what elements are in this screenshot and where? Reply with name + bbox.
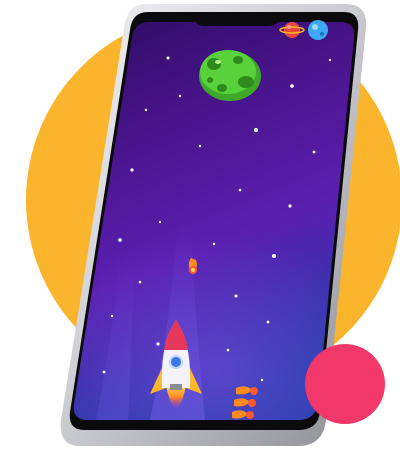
phone-notch (192, 12, 282, 26)
blue-planet-icon (308, 20, 328, 40)
fireball-enemy[interactable] (188, 258, 197, 274)
promo-illustration (26, 4, 400, 446)
pink-accent-circle (305, 344, 385, 424)
promo-scene (0, 0, 400, 462)
